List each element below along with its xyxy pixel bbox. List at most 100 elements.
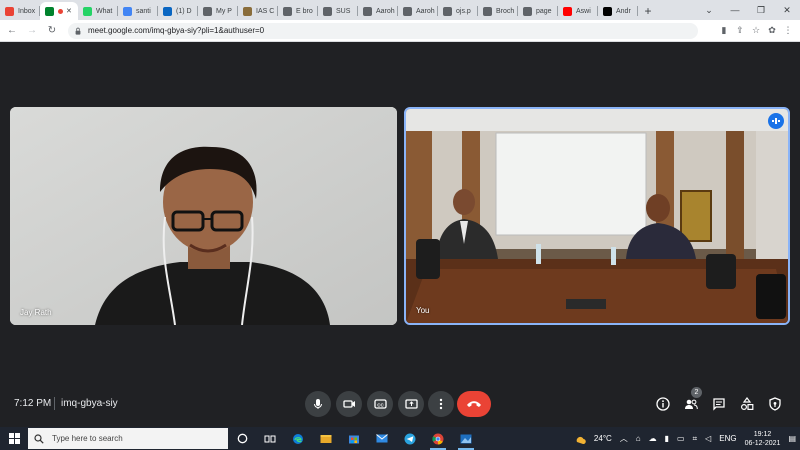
browser-tab[interactable]: What bbox=[78, 2, 118, 20]
mail-icon[interactable] bbox=[368, 427, 396, 450]
self-view-tile[interactable]: You bbox=[404, 107, 790, 325]
browser-tab[interactable]: ojs.p bbox=[438, 2, 478, 20]
maximize-icon[interactable]: ❐ bbox=[748, 0, 774, 20]
tab-search-icon[interactable]: ⌄ bbox=[696, 0, 722, 20]
extension-icon[interactable]: ✿ bbox=[764, 23, 780, 39]
cortana-icon[interactable] bbox=[228, 427, 256, 450]
mic-tray-icon[interactable]: ▮ bbox=[661, 434, 673, 443]
more-options-button[interactable] bbox=[428, 391, 454, 417]
bookmark-star-icon[interactable]: ☆ bbox=[748, 23, 764, 39]
browser-tab-strip: Inbox ✕ What santi (1) D My P IAS C E bro SUS Aar… bbox=[0, 0, 800, 20]
camera-button[interactable] bbox=[336, 391, 362, 417]
chat-button[interactable] bbox=[710, 395, 728, 413]
edge-icon[interactable] bbox=[284, 427, 312, 450]
browser-tab[interactable]: (1) D bbox=[158, 2, 198, 20]
meeting-controls-bar: 7:12 PM imq-gbya-siy CC 2 bbox=[0, 385, 800, 423]
tab-label: Andr bbox=[616, 7, 631, 15]
battery-icon[interactable]: ▭ bbox=[673, 434, 689, 443]
tab-label: Broch bbox=[496, 7, 515, 15]
meeting-details-button[interactable] bbox=[654, 395, 672, 413]
browser-tab[interactable]: santi bbox=[118, 2, 158, 20]
meet-tray-icon[interactable]: ⌂ bbox=[632, 434, 645, 443]
reload-icon[interactable]: ↻ bbox=[44, 23, 60, 39]
start-button[interactable] bbox=[0, 427, 28, 450]
browser-tab[interactable]: Aaroh bbox=[358, 2, 398, 20]
address-bar[interactable]: meet.google.com/imq-gbya-siy?pli=1&authu… bbox=[68, 22, 698, 39]
file-explorer-icon[interactable] bbox=[312, 427, 340, 450]
shield-lock-icon bbox=[769, 397, 781, 411]
browser-tab[interactable]: ✕ bbox=[40, 2, 78, 20]
host-controls-button[interactable] bbox=[766, 395, 784, 413]
browser-tab[interactable]: Inbox bbox=[0, 2, 40, 20]
close-window-icon[interactable]: ✕ bbox=[774, 0, 800, 20]
photos-icon[interactable] bbox=[452, 427, 480, 450]
participant-tile[interactable]: Jay Rath bbox=[10, 107, 397, 325]
tab-label: Inbox bbox=[18, 7, 36, 15]
browser-tab[interactable]: Aaroh bbox=[398, 2, 438, 20]
tab-label: SUS bbox=[336, 7, 351, 15]
search-icon bbox=[34, 433, 44, 444]
present-screen-button[interactable] bbox=[398, 391, 424, 417]
end-call-icon bbox=[467, 401, 481, 407]
weather-icon[interactable] bbox=[570, 427, 590, 450]
taskbar-search-box[interactable]: Type here to search bbox=[28, 428, 228, 449]
microphone-button[interactable] bbox=[305, 391, 331, 417]
meeting-code: imq-gbya-siy bbox=[61, 398, 118, 409]
language-indicator[interactable]: ENG bbox=[715, 434, 740, 443]
self-name: You bbox=[416, 306, 430, 315]
browser-tab[interactable]: Aswi bbox=[558, 2, 598, 20]
activities-icon bbox=[740, 397, 754, 411]
store-icon[interactable] bbox=[340, 427, 368, 450]
globe-icon bbox=[283, 6, 292, 16]
browser-tab[interactable]: E bro bbox=[278, 2, 318, 20]
browser-tab[interactable]: IAS C bbox=[238, 2, 278, 20]
minimize-icon[interactable]: — bbox=[722, 0, 748, 20]
people-icon bbox=[685, 399, 698, 410]
youtube-icon bbox=[563, 6, 572, 16]
whatsapp-icon bbox=[83, 6, 92, 16]
globe-icon bbox=[523, 6, 532, 16]
globe-icon bbox=[323, 6, 332, 16]
browser-tab[interactable]: Andr bbox=[598, 2, 638, 20]
browser-tab[interactable]: SUS bbox=[318, 2, 358, 20]
globe-icon bbox=[363, 6, 372, 16]
close-tab-icon[interactable]: ✕ bbox=[66, 7, 72, 15]
windows-logo-icon bbox=[8, 433, 20, 444]
ias-icon bbox=[243, 6, 252, 16]
camera-in-use-icon[interactable]: ▮ bbox=[716, 23, 732, 39]
closed-captions-icon: CC bbox=[373, 399, 387, 409]
share-icon[interactable]: ⇪ bbox=[732, 23, 748, 39]
volume-icon[interactable]: ◁ bbox=[701, 434, 715, 443]
browser-tab[interactable]: Broch bbox=[478, 2, 518, 20]
back-icon[interactable]: ← bbox=[4, 23, 20, 39]
forward-icon[interactable]: → bbox=[24, 23, 40, 39]
url-text: meet.google.com/imq-gbya-siy?pli=1&authu… bbox=[88, 26, 265, 35]
tab-label: IAS C bbox=[256, 7, 275, 15]
chrome-icon[interactable] bbox=[424, 427, 452, 450]
task-view-icon[interactable] bbox=[256, 427, 284, 450]
chat-icon bbox=[713, 398, 725, 411]
tab-label: ojs.p bbox=[456, 7, 471, 15]
tab-list: Inbox ✕ What santi (1) D My P IAS C E bro SUS Aar… bbox=[0, 0, 638, 20]
onedrive-icon[interactable]: ☁ bbox=[645, 434, 661, 443]
tab-label: My P bbox=[216, 7, 232, 15]
show-hidden-icons-icon[interactable]: ︿ bbox=[616, 433, 632, 444]
browser-toolbar: ← → ↻ meet.google.com/imq-gbya-siy?pli=1… bbox=[0, 20, 800, 42]
menu-icon[interactable]: ⋮ bbox=[780, 23, 796, 39]
taskbar-clock[interactable]: 19:12 06-12-2021 bbox=[741, 430, 785, 448]
self-video bbox=[406, 109, 788, 323]
clock-date: 06-12-2021 bbox=[744, 439, 781, 447]
network-icon[interactable]: ⌗ bbox=[689, 434, 702, 444]
new-tab-button[interactable]: + bbox=[638, 2, 658, 20]
telegram-icon[interactable] bbox=[396, 427, 424, 450]
window-controls: ⌄ — ❐ ✕ bbox=[696, 0, 800, 20]
leave-call-button[interactable] bbox=[457, 391, 491, 417]
microphone-icon bbox=[314, 399, 322, 409]
linkedin-icon bbox=[163, 6, 172, 16]
notifications-icon[interactable]: ▤ bbox=[784, 434, 800, 443]
wikipedia-icon bbox=[603, 6, 612, 16]
activities-button[interactable] bbox=[738, 395, 756, 413]
browser-tab[interactable]: page bbox=[518, 2, 558, 20]
captions-button[interactable]: CC bbox=[367, 391, 393, 417]
browser-tab[interactable]: My P bbox=[198, 2, 238, 20]
